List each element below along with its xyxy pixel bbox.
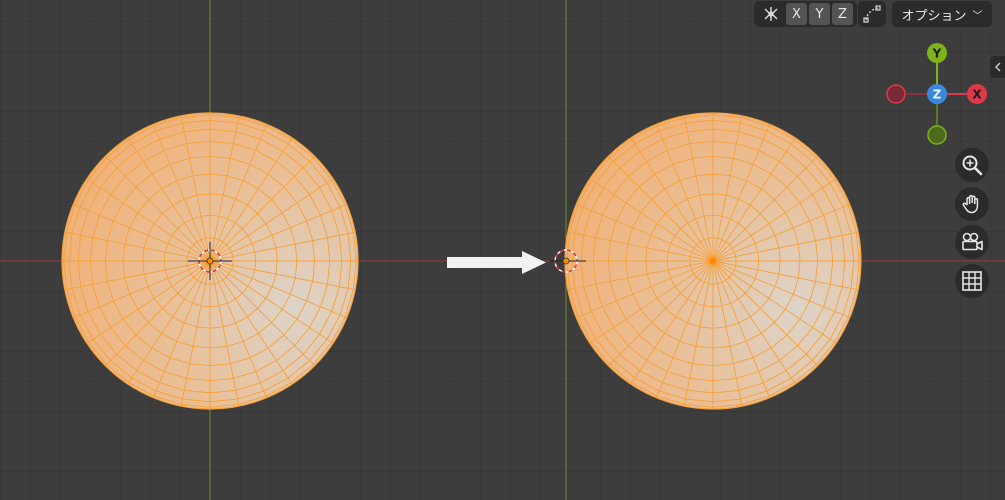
snap-icon: [863, 5, 881, 23]
camera-icon: [962, 232, 983, 251]
pan-button[interactable]: [955, 187, 989, 221]
3d-viewport[interactable]: X Y Z オプション ﹀ Y X Z: [0, 0, 1005, 500]
chevron-left-icon: [994, 62, 1000, 72]
options-label: オプション: [901, 8, 967, 24]
sphere-object-right[interactable]: [564, 112, 862, 410]
zoom-icon: [962, 155, 983, 176]
mirror-x-button[interactable]: X: [786, 3, 807, 25]
viewport-scene[interactable]: [0, 0, 1005, 500]
navigation-gizmo[interactable]: Y X Z: [880, 38, 990, 148]
options-dropdown[interactable]: オプション ﹀: [892, 1, 992, 27]
gizmo-neg-x[interactable]: [886, 84, 906, 104]
grid-icon: [962, 271, 982, 291]
mirror-axis-group: X Y Z: [754, 1, 857, 27]
snap-button[interactable]: [858, 1, 886, 27]
mirror-z-button[interactable]: Z: [832, 3, 853, 25]
gizmo-y-label: Y: [932, 47, 942, 61]
gizmo-z-label: Z: [933, 88, 942, 102]
zoom-button[interactable]: [955, 148, 989, 182]
mirror-y-button[interactable]: Y: [809, 3, 830, 25]
object-origin-right: [709, 257, 717, 265]
toggle-projection-button[interactable]: [955, 264, 989, 298]
chevron-down-icon: ﹀: [972, 10, 983, 22]
gizmo-x-label: X: [972, 88, 982, 102]
mirror-icon[interactable]: [758, 3, 784, 25]
sidebar-collapse-button[interactable]: [990, 56, 1005, 78]
camera-view-button[interactable]: [955, 225, 989, 259]
gizmo-neg-y[interactable]: [927, 125, 947, 145]
hand-icon: [962, 195, 979, 214]
